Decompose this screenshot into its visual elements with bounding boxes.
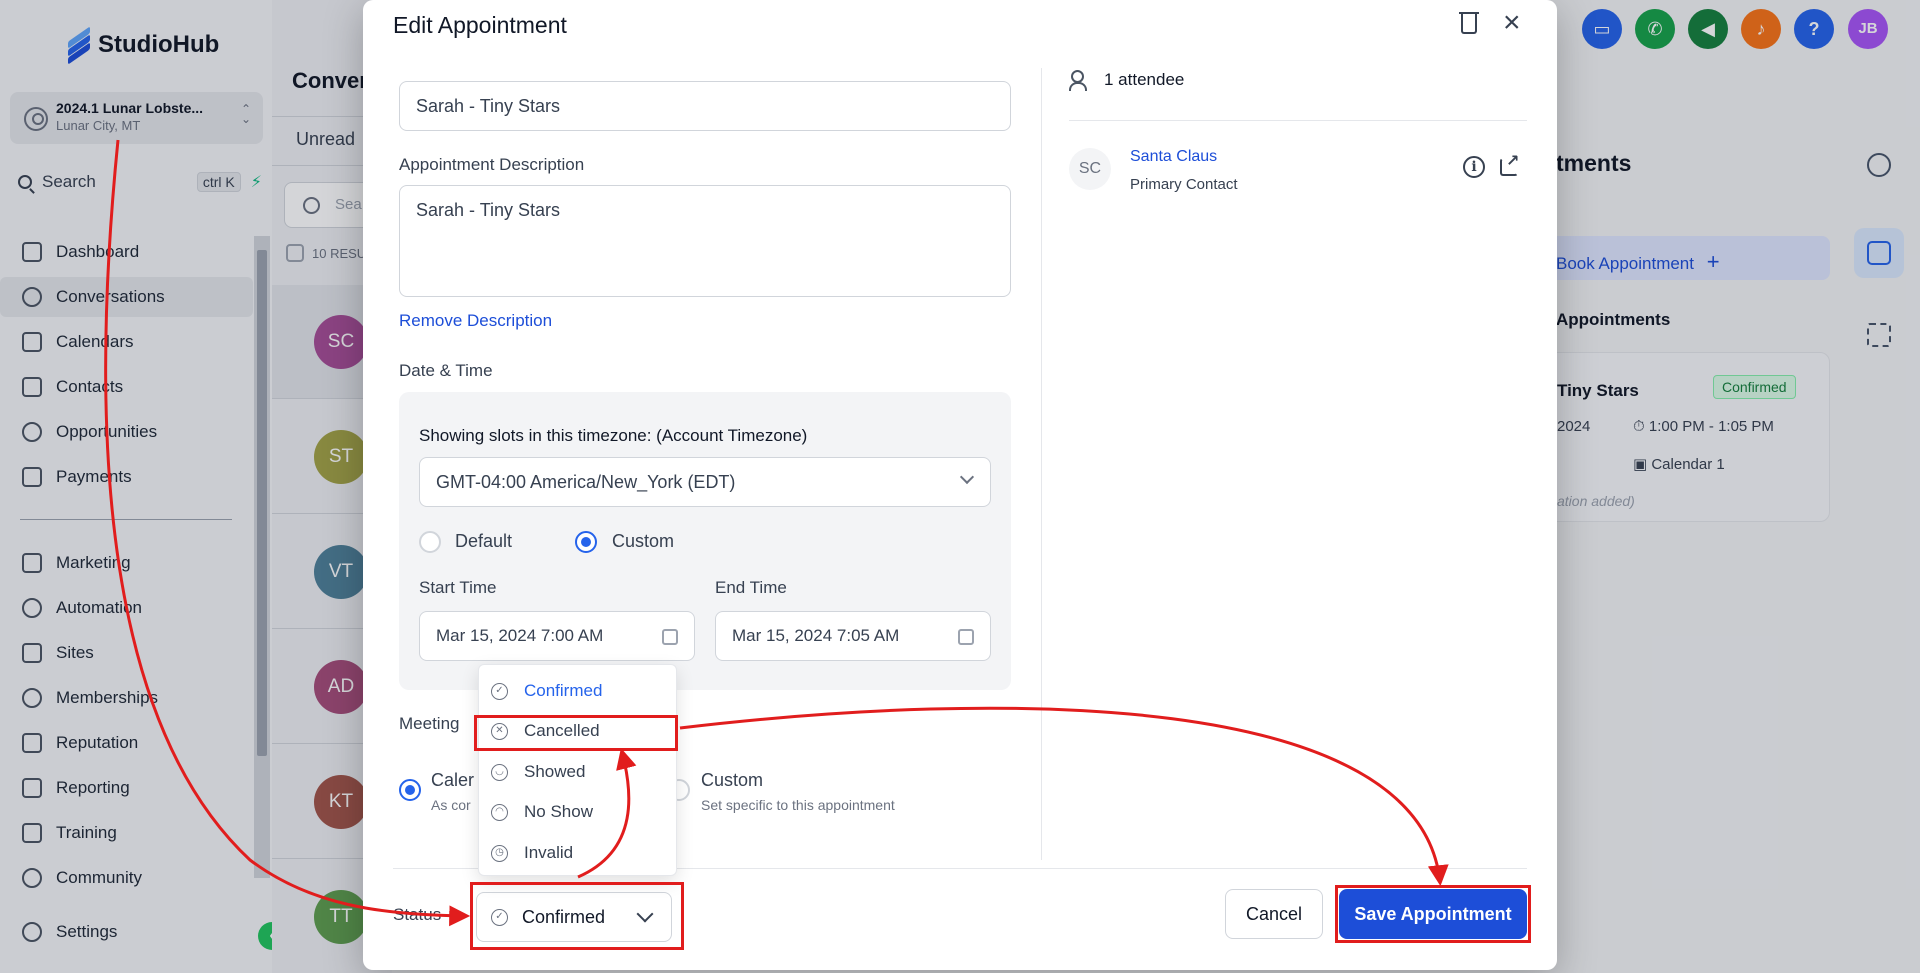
timezone-box: Showing slots in this timezone: (Account… xyxy=(399,392,1011,690)
description-label: Appointment Description xyxy=(399,155,585,174)
smile-icon: ◡ xyxy=(491,763,508,781)
contact-role: Primary Contact xyxy=(1130,176,1238,193)
calendar-icon xyxy=(958,629,974,645)
appointment-title-input[interactable]: Sarah - Tiny Stars xyxy=(399,81,1011,131)
remove-description-link[interactable]: Remove Description xyxy=(399,311,552,331)
trash-icon[interactable] xyxy=(1459,12,1479,34)
description-textarea[interactable]: Sarah - Tiny Stars xyxy=(399,185,1011,297)
radio-custom[interactable] xyxy=(575,531,597,553)
avatar: SC xyxy=(1069,148,1111,190)
radio-default[interactable] xyxy=(419,531,441,553)
status-option-confirmed[interactable]: ✓ Confirmed xyxy=(479,671,678,711)
meeting-opt1-sub: As cor xyxy=(431,797,471,813)
calendar-icon xyxy=(662,629,678,645)
start-time-input[interactable]: Mar 15, 2024 7:00 AM xyxy=(419,611,695,661)
status-option-no-show[interactable]: ◠ No Show xyxy=(479,792,678,832)
status-dropdown-menu: ✓ Confirmed ✕ Cancelled ◡ Showed ◠ No Show ◷… xyxy=(478,664,677,876)
chevron-down-icon xyxy=(959,469,975,485)
meeting-opt2-sub: Set specific to this appointment xyxy=(701,797,895,813)
radio-calendar-location[interactable] xyxy=(399,779,421,801)
datetime-label: Date & Time xyxy=(399,361,493,380)
meeting-opt2-label: Custom xyxy=(701,770,764,790)
status-option-showed[interactable]: ◡ Showed xyxy=(479,752,678,792)
frown-icon: ◠ xyxy=(491,803,508,821)
status-label: Status xyxy=(393,905,442,924)
check-circle-icon: ✓ xyxy=(491,682,508,700)
watch-icon: ◷ xyxy=(491,844,508,862)
external-link-icon[interactable] xyxy=(1500,151,1519,176)
column-divider xyxy=(1041,68,1042,860)
contact-name-link[interactable]: Santa Claus xyxy=(1130,148,1217,166)
annotation-box-save xyxy=(1335,885,1531,943)
end-time-label: End Time xyxy=(715,578,787,597)
info-icon[interactable]: i xyxy=(1463,156,1485,178)
timezone-select[interactable]: GMT-04:00 America/New_York (EDT) xyxy=(419,457,991,507)
end-time-input[interactable]: Mar 15, 2024 7:05 AM xyxy=(715,611,991,661)
radio-custom-label: Custom xyxy=(612,531,675,551)
status-option-invalid[interactable]: ◷ Invalid xyxy=(479,833,678,873)
meeting-opt1-label: Caler xyxy=(431,770,475,790)
meeting-label: Meeting xyxy=(399,714,460,733)
users-icon xyxy=(1069,70,1089,91)
close-icon[interactable]: × xyxy=(1503,8,1521,38)
annotation-box-status xyxy=(470,882,684,950)
tz-caption: Showing slots in this timezone: (Account… xyxy=(419,426,808,445)
radio-default-label: Default xyxy=(455,531,513,551)
start-time-label: Start Time xyxy=(419,578,497,597)
attendee-count: 1 attendee xyxy=(1104,70,1185,89)
annotation-box-cancelled xyxy=(474,715,678,751)
modal-title: Edit Appointment xyxy=(393,12,567,38)
attendee-divider xyxy=(1069,120,1527,121)
cancel-button[interactable]: Cancel xyxy=(1225,889,1323,939)
